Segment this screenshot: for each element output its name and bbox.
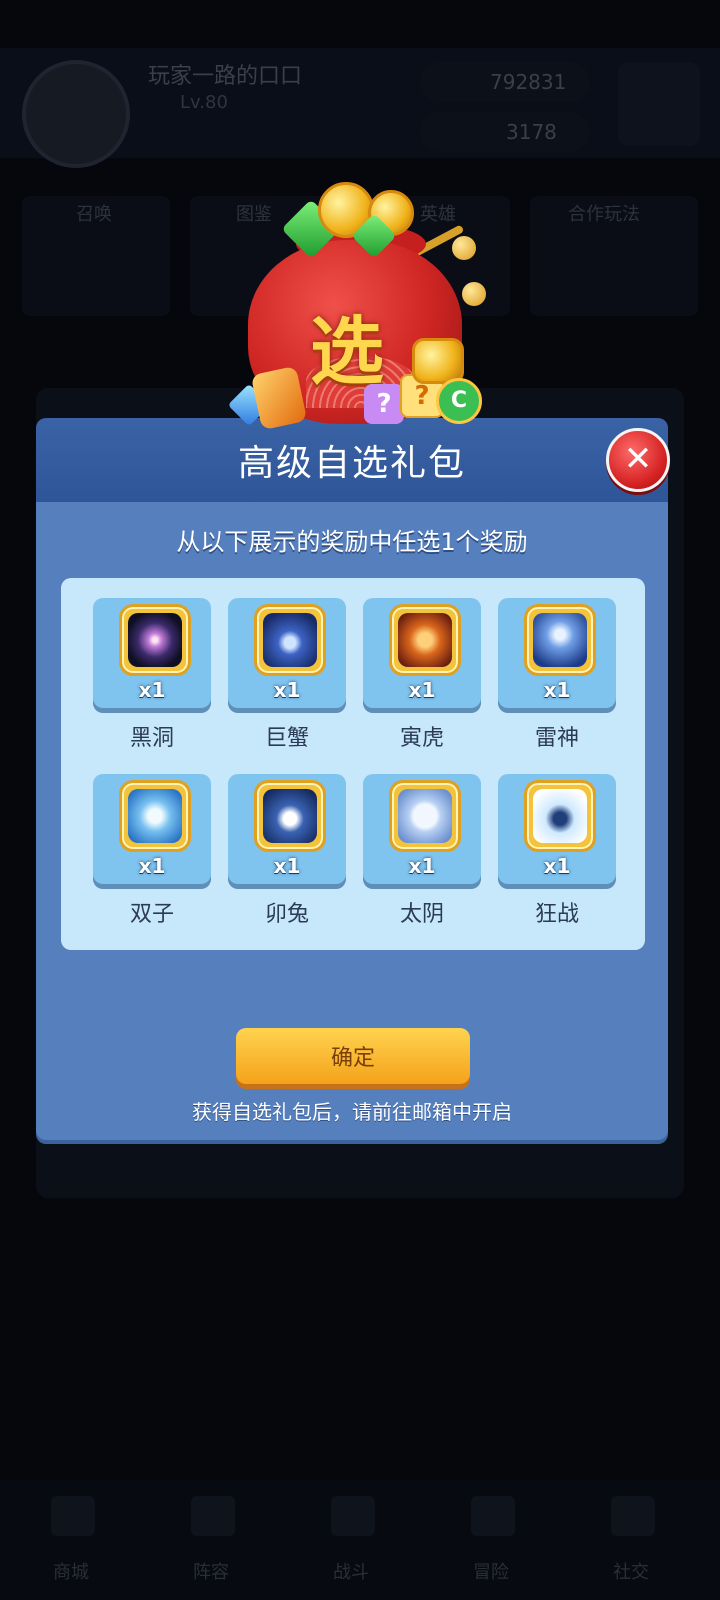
tiger-icon — [398, 613, 452, 667]
reward-frame — [254, 604, 326, 676]
reward-card: x1 — [93, 598, 211, 708]
reward-quantity: x1 — [543, 678, 571, 702]
reward-card: x1 — [93, 774, 211, 884]
nav-battle: 战斗 — [286, 1488, 416, 1588]
reward-quantity: x1 — [408, 854, 436, 878]
crab-icon — [263, 613, 317, 667]
bag-bead-icon — [452, 236, 476, 260]
reward-card: x1 — [228, 774, 346, 884]
bag-character: 选 — [310, 309, 384, 395]
nav-label: 商城 — [53, 1562, 89, 1583]
nav-lineup: 阵容 — [146, 1488, 276, 1588]
moon-icon — [398, 789, 452, 843]
gift-pack-dialog: 高级自选礼包 ✕ 从以下展示的奖励中任选1个奖励 x1 黑洞 x1 巨蟹 x1 … — [36, 418, 670, 1140]
reward-name: 狂战 — [534, 902, 579, 927]
player-name: 玩家一路的口口 — [148, 64, 303, 89]
compass-icon — [471, 1496, 515, 1536]
reward-name: 双子 — [129, 902, 174, 927]
reward-frame — [119, 780, 191, 852]
reward-card: x1 — [228, 598, 346, 708]
row-label-summon: 召唤 — [76, 204, 112, 225]
nav-label: 冒险 — [473, 1562, 509, 1583]
nav-label: 阵容 — [193, 1562, 229, 1583]
reward-name: 卯兔 — [264, 902, 309, 927]
rabbit-icon — [263, 789, 317, 843]
reward-item-berserker[interactable]: x1 狂战 — [498, 774, 616, 934]
dice-icon — [191, 1496, 235, 1536]
mail-button — [618, 62, 700, 146]
reward-frame — [389, 780, 461, 852]
reward-quantity: x1 — [543, 854, 571, 878]
reward-quantity: x1 — [273, 854, 301, 878]
reward-frame — [389, 604, 461, 676]
black-hole-icon — [128, 613, 182, 667]
gift-bag-illustration: 选 ? ? C — [226, 178, 506, 448]
reward-card: x1 — [363, 598, 481, 708]
reward-name: 雷神 — [534, 726, 579, 751]
reward-quantity: x1 — [138, 678, 166, 702]
row-label-coop: 合作玩法 — [568, 204, 640, 225]
reward-item-crab[interactable]: x1 巨蟹 — [228, 598, 346, 758]
reward-name: 寅虎 — [399, 726, 444, 751]
nav-label: 战斗 — [333, 1562, 369, 1583]
footer-note: 获得自选礼包后，请前往邮箱中开启 — [192, 1100, 512, 1124]
reward-item-moon[interactable]: x1 太阴 — [363, 774, 481, 934]
reward-frame — [524, 780, 596, 852]
reward-quantity: x1 — [138, 854, 166, 878]
reward-item-gemini[interactable]: x1 双子 — [93, 774, 211, 934]
reward-frame — [524, 604, 596, 676]
reward-name: 黑洞 — [129, 726, 174, 751]
reward-card: x1 — [363, 774, 481, 884]
swords-icon — [331, 1496, 375, 1536]
close-icon: ✕ — [623, 439, 653, 479]
chat-icon — [611, 1496, 655, 1536]
reward-frame — [119, 604, 191, 676]
reward-card: x1 — [498, 774, 616, 884]
nav-adventure: 冒险 — [426, 1488, 556, 1588]
avatar — [22, 60, 130, 168]
reward-quantity: x1 — [408, 678, 436, 702]
close-button[interactable]: ✕ — [606, 428, 670, 492]
reward-item-rabbit[interactable]: x1 卯兔 — [228, 774, 346, 934]
reward-name: 巨蟹 — [264, 726, 309, 751]
reward-name: 太阴 — [399, 902, 444, 927]
berserker-icon — [533, 789, 587, 843]
player-level: Lv.80 — [180, 92, 228, 113]
bag-bead-icon — [462, 282, 486, 306]
reward-item-black-hole[interactable]: x1 黑洞 — [93, 598, 211, 758]
coin-value: 792831 — [490, 70, 567, 94]
gem-counter — [420, 112, 590, 152]
reward-grid: x1 黑洞 x1 巨蟹 x1 寅虎 x1 雷神 x1 双子 x1 卯兔 x1 太… — [61, 578, 645, 950]
mystery-dice-icon: ? — [364, 384, 404, 424]
nav-shop: 商城 — [6, 1488, 136, 1588]
reward-frame — [254, 780, 326, 852]
dialog-subtitle: 从以下展示的奖励中任选1个奖励 — [176, 528, 528, 556]
reward-item-tiger[interactable]: x1 寅虎 — [363, 598, 481, 758]
confirm-label: 确定 — [330, 1046, 375, 1071]
gem-value: 3178 — [506, 120, 557, 144]
reward-quantity: x1 — [273, 678, 301, 702]
nav-social: 社交 — [566, 1488, 696, 1588]
reward-card: x1 — [498, 598, 616, 708]
shop-icon — [51, 1496, 95, 1536]
gemini-icon — [128, 789, 182, 843]
green-hexagon-icon: C — [436, 378, 482, 424]
reward-item-thunder-god[interactable]: x1 雷神 — [498, 598, 616, 758]
nav-label: 社交 — [613, 1562, 649, 1583]
confirm-button[interactable]: 确定 — [236, 1028, 470, 1084]
thunder-hammer-icon — [533, 613, 587, 667]
